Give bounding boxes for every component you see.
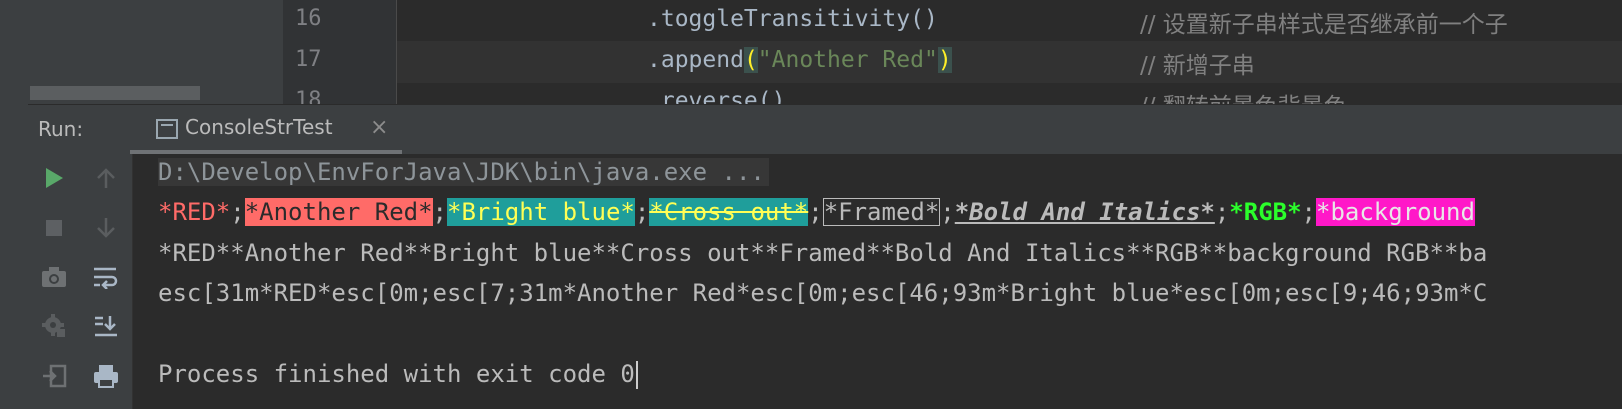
code-editor[interactable]: 16 17 18 .toggleTransitivity() // 设置新子串样… [0,0,1622,104]
code-text: .reverse() [647,88,786,104]
paren-open: ( [743,47,758,73]
exit-icon [43,364,67,388]
code-comment: // 设置新子串样式是否继承前一个子 [1140,12,1508,38]
console-plain-line: *RED**Another Red**Bright blue**Cross ou… [158,239,1488,267]
code-line[interactable]: .reverse() // 翻转前景色背景色 [397,82,1622,104]
line-number-gutter: 16 17 18 [283,0,397,104]
tab-console-str-test[interactable]: ConsoleStrTest × [130,105,402,155]
separator: ; [1214,198,1230,226]
code-text: .append("Another Red") [647,47,952,73]
code-string: "Another Red" [757,47,938,73]
exit-message: Process finished with exit code 0 [158,360,635,388]
code-comment: // 新增子串 [1140,53,1255,79]
line-number: 17 [295,47,322,72]
run-tool-window-header: Run: ConsoleStrTest × [28,104,1622,155]
gear-bug-icon [42,314,65,337]
paren-close: ) [937,47,952,73]
console-escaped-line: esc[31m*RED*esc[0m;esc[7;31m*Another Red… [158,279,1488,307]
arrow-up-icon [97,168,115,188]
separator: ; [230,198,245,226]
project-panel [0,0,283,104]
styled-background-rgb: *background [1316,198,1475,226]
code-text: .toggleTransitivity() [647,6,938,32]
soft-wrap-icon [94,267,118,289]
line-number: 18 [295,88,322,104]
code-method: .append [647,47,744,73]
previous-occurrence-button[interactable] [80,156,132,200]
styled-rgb: *RGB* [1229,198,1302,226]
separator: ; [634,198,650,226]
dump-threads-button[interactable] [28,255,80,299]
tab-label: ConsoleStrTest [185,115,333,139]
java-command[interactable]: D:\Develop\EnvForJava\JDK\bin\java.exe .… [158,158,769,186]
close-icon[interactable]: × [370,115,388,140]
code-line[interactable]: .toggleTransitivity() // 设置新子串样式是否继承前一个子 [397,0,1622,42]
styled-framed: *Framed* [822,198,941,226]
camera-icon [42,267,66,287]
separator: ; [940,198,955,226]
scroll-to-end-icon [95,316,117,337]
separator: ; [808,198,823,226]
console-finished-line: Process finished with exit code 0 [158,356,638,392]
styled-red: *RED* [158,198,231,226]
console-output[interactable]: D:\Develop\EnvForJava\JDK\bin\java.exe .… [133,154,1622,409]
code-comment: // 翻转前景色背景色 [1140,87,1347,104]
rerun-button[interactable] [28,156,80,200]
styled-bright-blue: *Bright blue* [447,198,635,226]
code-area[interactable]: .toggleTransitivity() // 设置新子串样式是否继承前一个子… [397,0,1622,104]
separator: ; [432,198,447,226]
arrow-down-icon [97,218,115,238]
exit-button[interactable] [28,354,80,398]
print-icon [94,365,118,388]
next-occurrence-button[interactable] [80,206,132,250]
soft-wrap-button[interactable] [80,255,132,299]
scroll-to-end-button[interactable] [80,304,132,348]
tool-window-stripe [0,104,29,409]
console-icon [156,119,178,139]
stop-icon [46,220,62,236]
run-icon [46,168,63,188]
print-button[interactable] [80,354,132,398]
settings-button[interactable] [28,304,80,348]
text-caret [635,361,638,389]
console-command-line: D:\Develop\EnvForJava\JDK\bin\java.exe .… [158,154,769,190]
stop-button[interactable] [28,206,80,250]
run-toolbar-secondary [80,154,133,409]
run-label: Run: [38,117,84,141]
console-styled-line: *RED*;*Another Red*;*Bright blue*;*Cross… [158,194,1475,230]
styled-another-red: *Another Red* [244,198,433,226]
line-number: 16 [295,6,322,31]
styled-bold-italics: *Bold And Italics* [954,198,1215,226]
separator: ; [1301,198,1316,226]
styled-cross-out: *Cross out* [649,198,809,226]
project-panel-scrollbar[interactable] [30,86,200,100]
code-line-current[interactable]: .append("Another Red") // 新增子串 [397,41,1622,83]
run-toolbar-primary [28,154,81,409]
